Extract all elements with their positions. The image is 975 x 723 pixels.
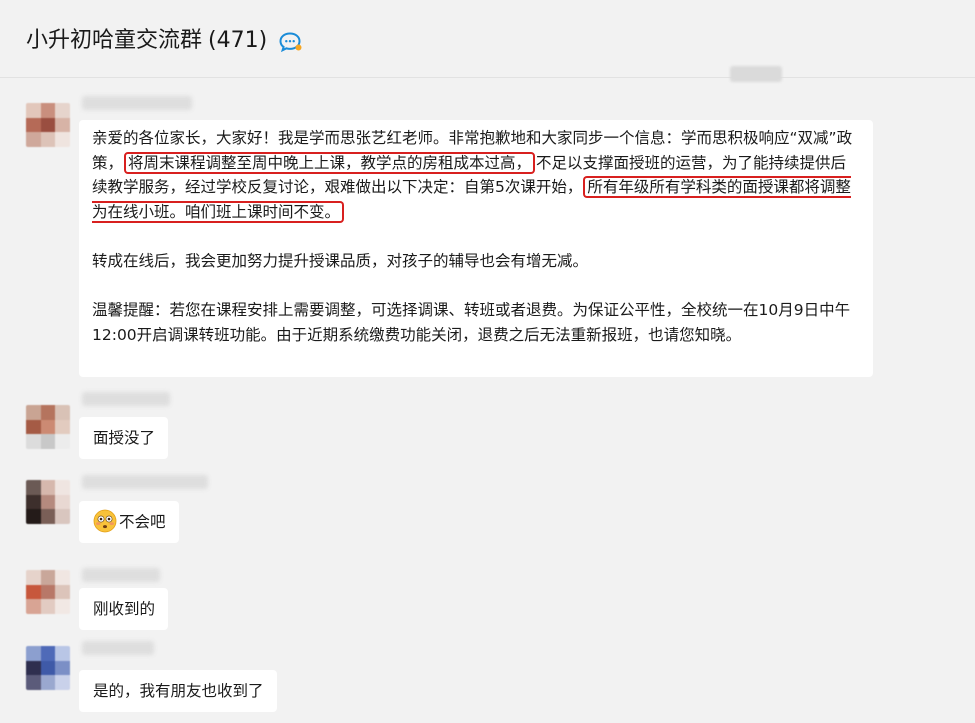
sender-name-blurred (82, 96, 192, 110)
group-name: 小升初哈童交流群 (26, 28, 203, 53)
message-bubble[interactable]: 是的，我有朋友也收到了 (79, 670, 277, 712)
message-bubble[interactable]: 刚收到的 (79, 588, 169, 630)
highlighted-text: 将周末课程调整至周中晚上上课，教学点的房租成本过高， (124, 151, 536, 174)
avatar[interactable] (26, 405, 70, 449)
chat-bubble-icon[interactable] (278, 31, 302, 53)
sender-name-blurred (82, 568, 160, 582)
message-paragraph: 转成在线后，我会更加努力提升授课品质，对孩子的辅导也会有增无减。 (92, 251, 589, 270)
avatar[interactable] (26, 570, 70, 614)
message-paragraph: 温馨提醒：若您在课程安排上需要调整，可选择调课、转班或者退费。为保证公平性，全校… (92, 301, 851, 344)
message-bubble[interactable]: 不会吧 (79, 501, 179, 543)
member-count: (471) (208, 28, 268, 53)
chat-header: 小升初哈童交流群 (471) (0, 0, 975, 78)
message-text: 刚收到的 (93, 600, 156, 618)
group-title[interactable]: 小升初哈童交流群 (471) (26, 26, 267, 56)
message-text: 是的，我有朋友也收到了 (93, 682, 264, 700)
sender-name-blurred (82, 475, 208, 489)
message-bubble[interactable]: 面授没了 (79, 417, 169, 459)
sender-name-blurred (82, 392, 170, 406)
flushed-face-icon (93, 509, 117, 533)
message-text: 面授没了 (93, 429, 156, 447)
avatar[interactable] (26, 646, 70, 690)
message-text: 不会吧 (119, 513, 166, 531)
message-paragraph: 亲爱的各位家长，大家好！我是学而思张艺红老师。非常抱歉地和大家同步一个信息：学而… (92, 126, 861, 224)
message-bubble[interactable]: 亲爱的各位家长，大家好！我是学而思张艺红老师。非常抱歉地和大家同步一个信息：学而… (79, 120, 873, 377)
avatar[interactable] (26, 103, 70, 147)
avatar[interactable] (26, 480, 70, 524)
timestamp-blurred (730, 66, 782, 82)
sender-name-blurred (82, 641, 154, 655)
